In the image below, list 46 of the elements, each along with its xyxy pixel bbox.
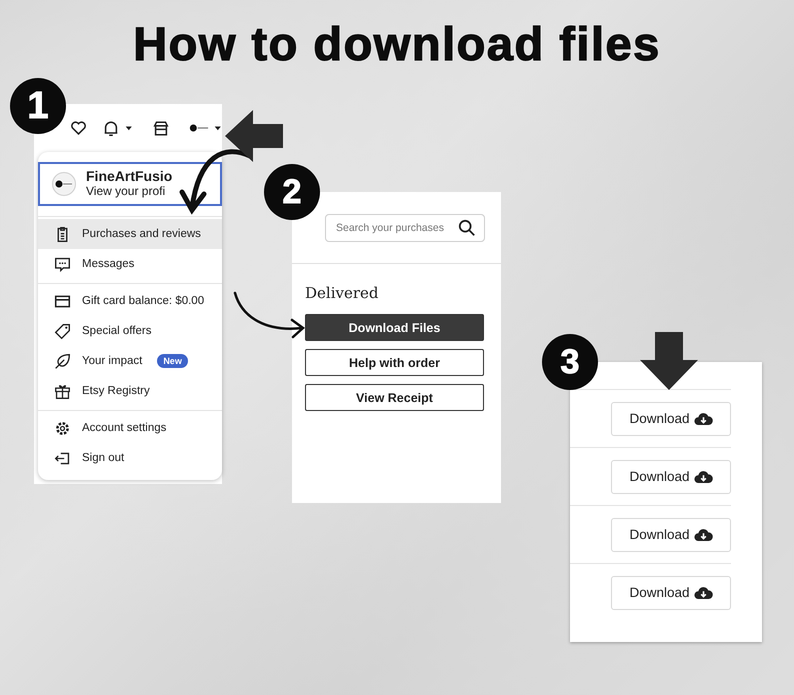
menu-item[interactable]: Etsy Registry bbox=[38, 376, 222, 406]
step-badge: 2 bbox=[264, 164, 320, 220]
step-badge: 3 bbox=[542, 334, 598, 390]
cloud-download-icon bbox=[694, 528, 713, 542]
avatar-icon bbox=[52, 172, 76, 196]
down-arrow bbox=[640, 332, 698, 390]
page-title: How to download files bbox=[132, 16, 662, 71]
settings-icon bbox=[54, 420, 71, 436]
tag-icon bbox=[54, 322, 71, 340]
action-button[interactable]: Download Files bbox=[305, 314, 484, 341]
menu-item[interactable]: Sign out bbox=[38, 443, 222, 473]
step-badge: 1 bbox=[10, 78, 66, 134]
search-field[interactable]: Search your purchases bbox=[325, 214, 485, 242]
caret-icon[interactable] bbox=[125, 124, 133, 132]
menu-item[interactable]: Gift card balance: $0.00 bbox=[38, 286, 222, 316]
menu-item[interactable]: Your impact New bbox=[38, 346, 222, 376]
download-button[interactable]: Download bbox=[611, 460, 731, 494]
download-button[interactable]: Download bbox=[611, 576, 731, 610]
left-arrow bbox=[225, 110, 285, 162]
credit-card-icon bbox=[54, 292, 71, 310]
store-icon[interactable] bbox=[152, 118, 170, 138]
profile-name: FineArtFusio bbox=[86, 169, 172, 184]
leaf-icon bbox=[54, 352, 71, 370]
message-icon bbox=[54, 256, 71, 272]
action-button[interactable]: View Receipt bbox=[305, 384, 484, 411]
heart-icon[interactable] bbox=[70, 119, 88, 137]
menu-item[interactable]: Messages bbox=[38, 249, 222, 279]
action-button[interactable]: Help with order bbox=[305, 349, 484, 376]
section-heading: Delivered bbox=[305, 284, 380, 302]
menu-item[interactable]: Account settings bbox=[38, 413, 222, 443]
cloud-download-icon bbox=[694, 470, 713, 484]
download-button[interactable]: Download bbox=[611, 518, 731, 552]
bell-icon[interactable] bbox=[102, 118, 120, 138]
download-button[interactable]: Download bbox=[611, 402, 731, 436]
gift-icon bbox=[54, 382, 71, 400]
sign-out-icon bbox=[54, 450, 71, 466]
new-badge: New bbox=[157, 354, 188, 368]
profile-link[interactable]: View your profi bbox=[86, 184, 172, 199]
menu-item[interactable]: Special offers bbox=[38, 316, 222, 346]
search-icon[interactable] bbox=[458, 218, 476, 236]
profile-item[interactable]: FineArtFusio View your profi bbox=[38, 162, 222, 206]
avatar-icon[interactable] bbox=[188, 123, 210, 133]
cloud-download-icon bbox=[694, 586, 713, 600]
caret-icon[interactable] bbox=[214, 124, 222, 132]
menu-item[interactable]: Purchases and reviews bbox=[38, 219, 222, 249]
cloud-download-icon bbox=[694, 412, 713, 426]
